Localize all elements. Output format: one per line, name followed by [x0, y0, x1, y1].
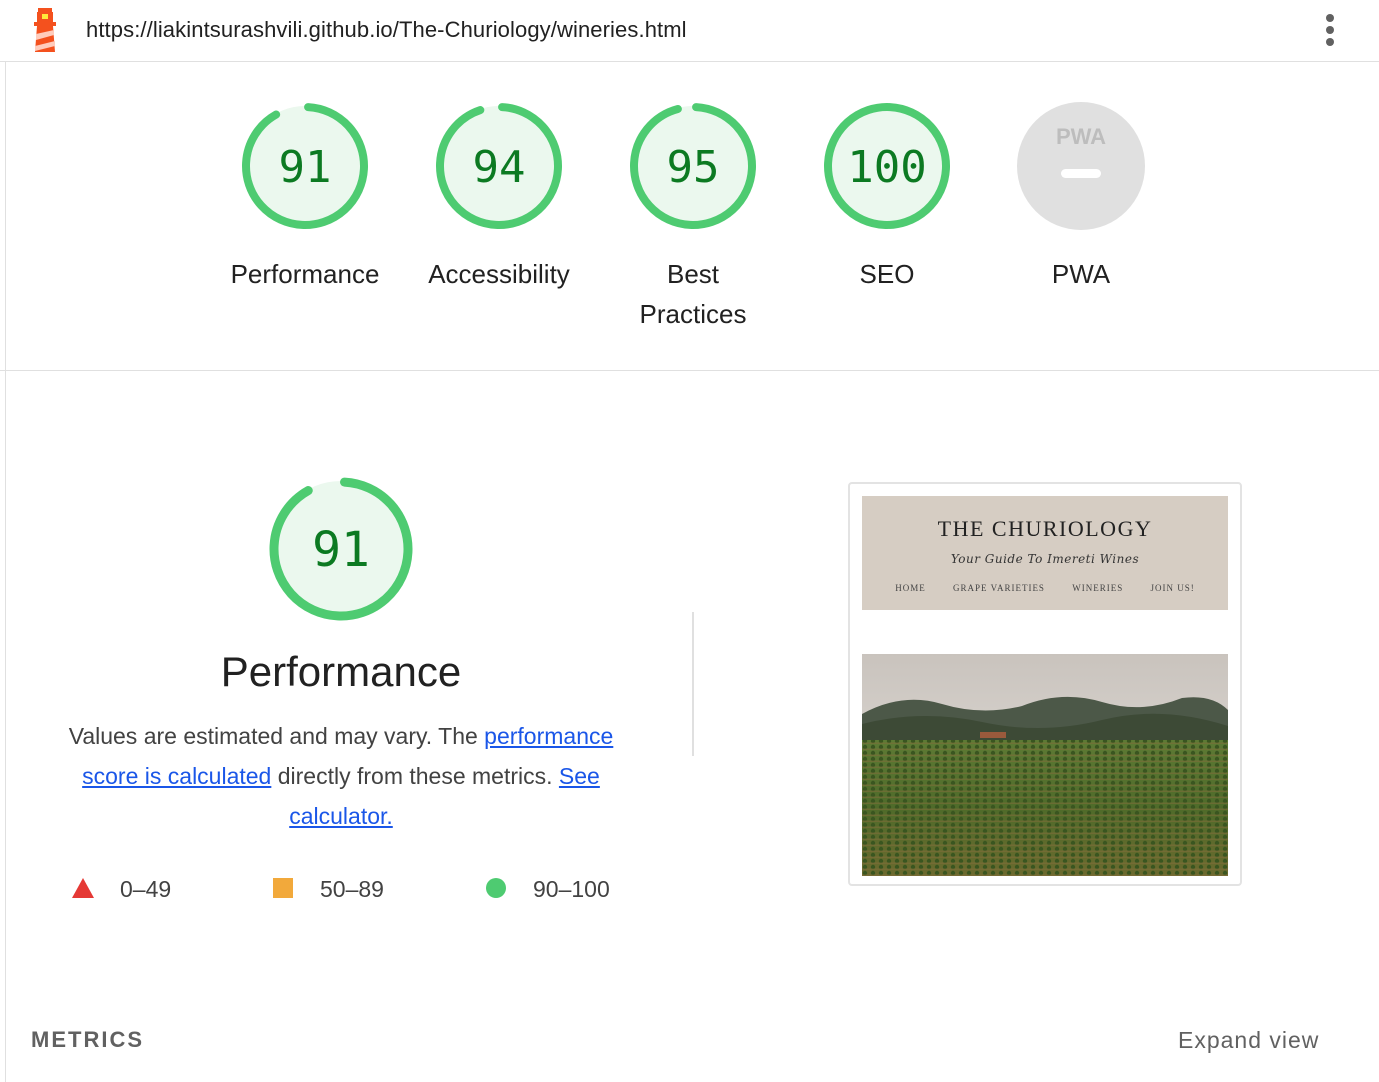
gauge-performance[interactable]: 91 Performance — [210, 100, 400, 294]
gauge-label: Best Practices — [639, 259, 747, 329]
more-vert-icon[interactable] — [1318, 12, 1342, 48]
vertical-divider — [692, 612, 694, 756]
performance-score: 91 — [312, 522, 370, 578]
gauge-label: SEO — [859, 259, 915, 289]
gauge-score: 91 — [279, 142, 332, 193]
pass-circle-icon — [486, 878, 506, 898]
site-nav-item: HOME — [895, 583, 926, 593]
page-url: https://liakintsurashvili.github.io/The-… — [86, 17, 687, 42]
legend-pass-range: 90–100 — [533, 876, 610, 902]
pwa-badge-icon: PWA — [1017, 102, 1145, 230]
performance-gauge: 91 — [269, 477, 413, 621]
report-topbar: https://liakintsurashvili.github.io/The-… — [0, 0, 1379, 62]
performance-description: Values are estimated and may vary. The p… — [52, 716, 630, 836]
gauge-label: Accessibility — [428, 259, 570, 289]
desc-text: directly from these metrics. — [271, 763, 559, 789]
site-subtitle: Your Guide To Imereti Wines — [950, 552, 1140, 566]
gauge-accessibility[interactable]: 94 Accessibility — [404, 100, 594, 294]
gauge-score: 100 — [847, 142, 926, 193]
desc-text: Values are estimated and may vary. The — [68, 723, 485, 749]
site-nav: HOME GRAPE VARIETIES WINERIES JOIN US! — [862, 583, 1228, 593]
site-nav-item: JOIN US! — [1150, 583, 1195, 593]
vineyard-hero-image — [862, 654, 1228, 876]
expand-view-button[interactable]: Expand view — [1178, 1027, 1319, 1054]
pwa-badge-text: PWA — [1056, 124, 1106, 149]
gauge-pwa[interactable]: PWA PWA — [986, 100, 1176, 294]
gauge-best-practices[interactable]: 95 Best Practices — [598, 100, 788, 334]
fail-triangle-icon — [72, 878, 94, 898]
site-nav-item: WINERIES — [1072, 583, 1124, 593]
score-gauge: 100 — [824, 103, 950, 229]
score-gauge: 94 — [436, 103, 562, 229]
site-header: THE CHURIOLOGY Your Guide To Imereti Win… — [862, 496, 1228, 610]
metrics-heading: METRICS — [31, 1027, 144, 1052]
legend-fail-range: 0–49 — [120, 876, 172, 902]
scores-summary: 91 Performance 94 Accessibility 95 Best … — [0, 62, 1379, 371]
lighthouse-icon — [34, 8, 56, 52]
gauge-score: 95 — [667, 142, 720, 193]
site-nav-item: GRAPE VARIETIES — [953, 583, 1045, 593]
gauge-seo[interactable]: 100 SEO — [792, 100, 982, 294]
performance-title: Performance — [220, 648, 462, 695]
gauge-label: PWA — [1051, 259, 1111, 289]
average-square-icon — [273, 878, 293, 898]
legend-average-range: 50–89 — [320, 876, 384, 902]
score-gauge: 95 — [630, 103, 756, 229]
gauge-label: Performance — [230, 259, 380, 289]
gauge-score: 94 — [473, 142, 526, 193]
score-gauge: 91 — [242, 103, 368, 229]
site-title: THE CHURIOLOGY — [937, 516, 1153, 541]
final-screenshot[interactable]: THE CHURIOLOGY Your Guide To Imereti Win… — [848, 482, 1242, 886]
